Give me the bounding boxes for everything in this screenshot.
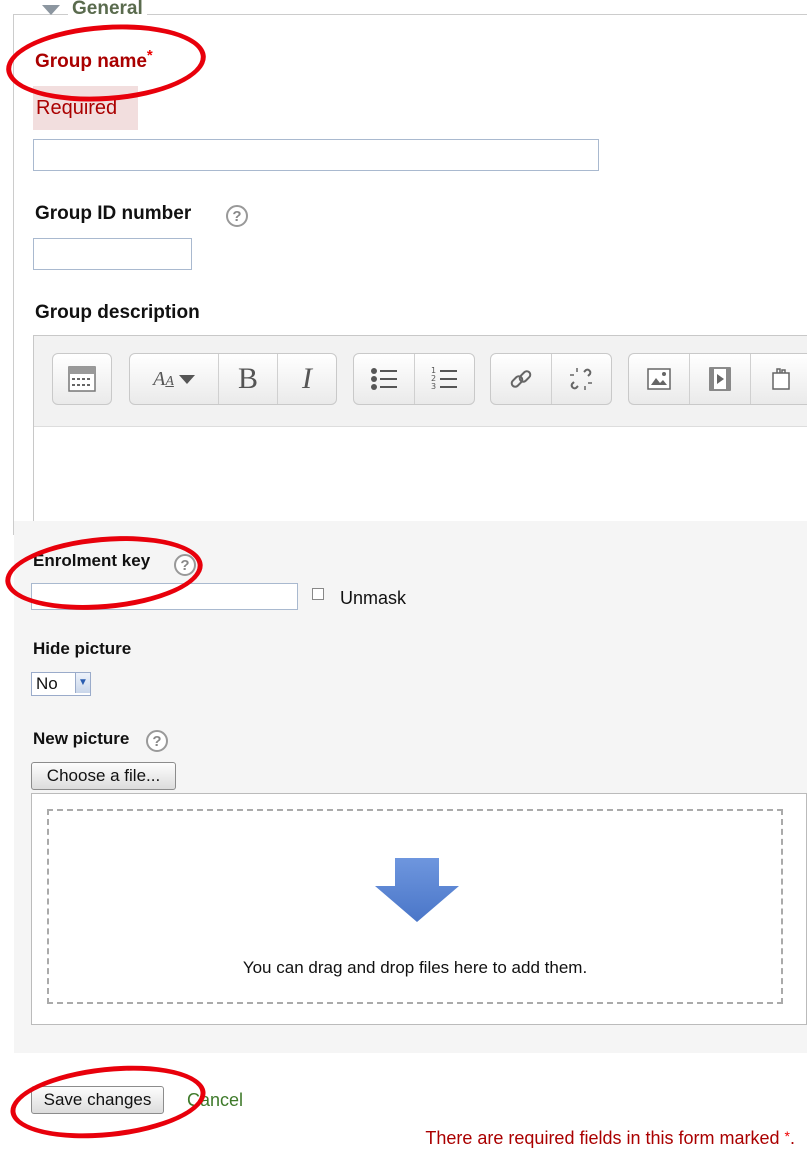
toolbar-group-2: AA B I xyxy=(129,353,337,405)
toolbar-group-5 xyxy=(628,353,807,405)
image-button[interactable] xyxy=(629,354,690,404)
image-icon xyxy=(647,368,671,390)
unmask-checkbox[interactable] xyxy=(312,588,324,600)
group-id-input[interactable] xyxy=(33,238,192,270)
media-icon xyxy=(709,367,731,391)
description-editor[interactable]: AA B I 123 xyxy=(33,335,807,536)
group-name-input[interactable] xyxy=(33,139,599,171)
manage-files-button[interactable] xyxy=(751,354,807,404)
group-id-label: Group ID number xyxy=(35,203,192,224)
ordered-list-button[interactable]: 123 xyxy=(415,354,475,404)
download-arrow-icon xyxy=(375,858,459,922)
unordered-list-button[interactable] xyxy=(354,354,415,404)
link-button[interactable] xyxy=(491,354,552,404)
chevron-down-icon: ▼ xyxy=(75,673,90,693)
group-description-label: Group description xyxy=(35,302,200,323)
hide-picture-selected: No xyxy=(36,674,58,693)
toolbar-group-3: 123 xyxy=(353,353,475,405)
section-legend[interactable]: General xyxy=(68,0,147,16)
bold-button[interactable]: B xyxy=(219,354,278,404)
question-help-icon[interactable]: ? xyxy=(146,730,168,752)
link-icon xyxy=(510,370,532,388)
toolbar-group-4 xyxy=(490,353,612,405)
media-button[interactable] xyxy=(690,354,751,404)
required-note-end: . xyxy=(789,1128,795,1148)
numbered-list-icon: 123 xyxy=(431,366,458,391)
new-picture-label: New picture xyxy=(33,729,130,748)
required-fields-note: There are required fields in this form m… xyxy=(425,1128,795,1149)
svg-text:3: 3 xyxy=(431,382,436,391)
font-size-icon: AA xyxy=(153,367,174,390)
collapse-arrow-icon[interactable] xyxy=(42,5,60,15)
bullet-list-icon xyxy=(370,368,397,390)
unlink-icon xyxy=(570,368,593,390)
choose-file-button[interactable]: Choose a file... xyxy=(31,762,176,790)
italic-button[interactable]: I xyxy=(278,354,336,404)
hide-picture-label: Hide picture xyxy=(33,639,132,658)
font-style-button[interactable]: AA xyxy=(130,354,219,404)
files-icon xyxy=(772,368,790,390)
annotation-circle-save-changes xyxy=(6,1056,210,1148)
toolbar-group-1 xyxy=(52,353,112,405)
question-help-icon[interactable]: ? xyxy=(226,205,248,227)
show-more-icon xyxy=(68,366,96,392)
editor-toolbar: AA B I 123 xyxy=(34,336,807,427)
hide-picture-select[interactable]: No ▼ xyxy=(31,672,91,696)
dropdown-caret-icon xyxy=(178,374,195,384)
unlink-button[interactable] xyxy=(552,354,612,404)
required-note-text: There are required fields in this form m… xyxy=(425,1128,785,1148)
toolbar-toggle-button[interactable] xyxy=(53,354,111,404)
italic-icon: I xyxy=(302,362,312,395)
drop-instructions: You can drag and drop files here to add … xyxy=(242,958,588,977)
bold-icon: B xyxy=(237,362,258,395)
unmask-label: Unmask xyxy=(340,588,407,608)
